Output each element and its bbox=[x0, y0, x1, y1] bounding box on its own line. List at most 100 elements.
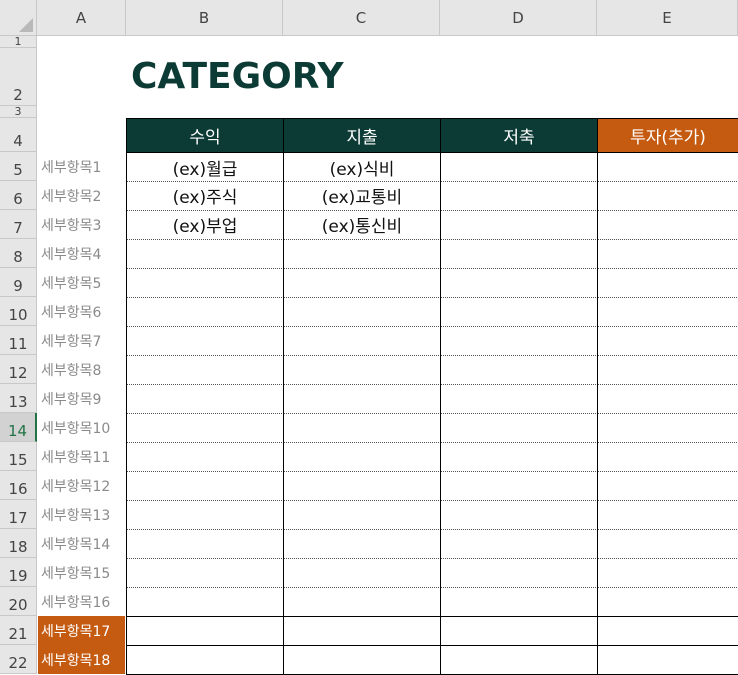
row-header-17[interactable]: 17 bbox=[0, 500, 37, 529]
data-cell[interactable] bbox=[597, 210, 738, 240]
data-cell[interactable] bbox=[283, 442, 441, 472]
data-cell[interactable] bbox=[597, 616, 738, 646]
data-cell[interactable] bbox=[126, 384, 284, 414]
select-all-corner[interactable] bbox=[0, 0, 37, 36]
data-cell[interactable] bbox=[597, 471, 738, 501]
column-header-d[interactable]: D bbox=[440, 0, 597, 36]
data-cell[interactable] bbox=[597, 239, 738, 269]
data-cell[interactable] bbox=[126, 645, 284, 675]
row-header-3[interactable]: 3 bbox=[0, 105, 37, 118]
data-cell[interactable] bbox=[597, 355, 738, 385]
item-label-cell[interactable]: 세부항목8 bbox=[38, 355, 125, 384]
row-header-11[interactable]: 11 bbox=[0, 326, 37, 355]
category-header-cell[interactable]: 수익 bbox=[126, 118, 284, 153]
data-cell[interactable] bbox=[283, 616, 441, 646]
data-cell[interactable]: (ex)식비 bbox=[283, 152, 441, 182]
data-cell[interactable] bbox=[283, 239, 441, 269]
item-label-cell[interactable]: 세부항목4 bbox=[38, 239, 125, 268]
data-cell[interactable] bbox=[597, 384, 738, 414]
row-header-15[interactable]: 15 bbox=[0, 442, 37, 471]
data-cell[interactable] bbox=[126, 326, 284, 356]
data-cell[interactable] bbox=[440, 210, 598, 240]
item-label-cell[interactable]: 세부항목18 bbox=[38, 645, 125, 674]
data-cell[interactable] bbox=[126, 413, 284, 443]
data-cell[interactable] bbox=[126, 297, 284, 327]
item-label-cell[interactable]: 세부항목5 bbox=[38, 268, 125, 297]
data-cell[interactable] bbox=[283, 558, 441, 588]
data-cell[interactable] bbox=[126, 558, 284, 588]
data-cell[interactable] bbox=[283, 297, 441, 327]
column-header-a[interactable]: A bbox=[37, 0, 126, 36]
item-label-cell[interactable]: 세부항목10 bbox=[38, 413, 125, 442]
row-header-16[interactable]: 16 bbox=[0, 471, 37, 500]
data-cell[interactable] bbox=[283, 471, 441, 501]
data-cell[interactable] bbox=[126, 268, 284, 298]
data-cell[interactable] bbox=[283, 268, 441, 298]
data-cell[interactable] bbox=[440, 326, 598, 356]
data-cell[interactable] bbox=[126, 442, 284, 472]
data-cell[interactable] bbox=[440, 587, 598, 617]
data-cell[interactable] bbox=[440, 442, 598, 472]
row-header-18[interactable]: 18 bbox=[0, 529, 37, 558]
data-cell[interactable] bbox=[597, 326, 738, 356]
row-header-19[interactable]: 19 bbox=[0, 558, 37, 587]
data-cell[interactable] bbox=[597, 181, 738, 211]
item-label-cell[interactable]: 세부항목6 bbox=[38, 297, 125, 326]
data-cell[interactable] bbox=[126, 616, 284, 646]
row-header-12[interactable]: 12 bbox=[0, 355, 37, 384]
row-header-20[interactable]: 20 bbox=[0, 587, 37, 616]
data-cell[interactable] bbox=[126, 529, 284, 559]
row-header-2[interactable]: 2 bbox=[0, 48, 37, 106]
data-cell[interactable] bbox=[126, 355, 284, 385]
data-cell[interactable] bbox=[440, 384, 598, 414]
data-cell[interactable] bbox=[597, 645, 738, 675]
row-header-22[interactable]: 22 bbox=[0, 645, 37, 674]
row-header-1[interactable]: 1 bbox=[0, 35, 37, 48]
data-cell[interactable] bbox=[440, 558, 598, 588]
item-label-cell[interactable]: 세부항목2 bbox=[38, 181, 125, 210]
data-cell[interactable] bbox=[440, 616, 598, 646]
row-header-8[interactable]: 8 bbox=[0, 239, 37, 268]
item-label-cell[interactable]: 세부항목12 bbox=[38, 471, 125, 500]
data-cell[interactable] bbox=[597, 558, 738, 588]
data-cell[interactable] bbox=[283, 326, 441, 356]
data-cell[interactable] bbox=[597, 529, 738, 559]
data-cell[interactable] bbox=[440, 355, 598, 385]
column-header-c[interactable]: C bbox=[283, 0, 440, 36]
data-cell[interactable] bbox=[597, 297, 738, 327]
data-cell[interactable] bbox=[440, 181, 598, 211]
data-cell[interactable]: (ex)통신비 bbox=[283, 210, 441, 240]
item-label-cell[interactable]: 세부항목3 bbox=[38, 210, 125, 239]
data-cell[interactable] bbox=[440, 645, 598, 675]
data-cell[interactable] bbox=[283, 529, 441, 559]
data-cell[interactable] bbox=[283, 587, 441, 617]
item-label-cell[interactable]: 세부항목9 bbox=[38, 384, 125, 413]
item-label-cell[interactable]: 세부항목14 bbox=[38, 529, 125, 558]
data-cell[interactable] bbox=[440, 500, 598, 530]
data-cell[interactable] bbox=[283, 413, 441, 443]
data-cell[interactable]: (ex)부업 bbox=[126, 210, 284, 240]
item-label-cell[interactable]: 세부항목16 bbox=[38, 587, 125, 616]
data-cell[interactable] bbox=[440, 239, 598, 269]
data-cell[interactable] bbox=[283, 355, 441, 385]
row-header-6[interactable]: 6 bbox=[0, 181, 37, 210]
data-cell[interactable] bbox=[126, 471, 284, 501]
data-cell[interactable] bbox=[440, 152, 598, 182]
data-cell[interactable]: (ex)월급 bbox=[126, 152, 284, 182]
data-cell[interactable] bbox=[597, 442, 738, 472]
data-cell[interactable] bbox=[597, 413, 738, 443]
row-header-10[interactable]: 10 bbox=[0, 297, 37, 326]
item-label-cell[interactable]: 세부항목11 bbox=[38, 442, 125, 471]
data-cell[interactable] bbox=[440, 268, 598, 298]
column-header-e[interactable]: E bbox=[597, 0, 738, 36]
data-cell[interactable] bbox=[597, 587, 738, 617]
data-cell[interactable] bbox=[283, 645, 441, 675]
data-cell[interactable] bbox=[597, 268, 738, 298]
category-header-cell[interactable]: 저축 bbox=[440, 118, 598, 153]
category-header-cell[interactable]: 지출 bbox=[283, 118, 441, 153]
row-header-4[interactable]: 4 bbox=[0, 118, 37, 152]
row-header-7[interactable]: 7 bbox=[0, 210, 37, 239]
data-cell[interactable] bbox=[126, 587, 284, 617]
row-header-14[interactable]: 14 bbox=[0, 413, 37, 442]
data-cell[interactable] bbox=[126, 500, 284, 530]
